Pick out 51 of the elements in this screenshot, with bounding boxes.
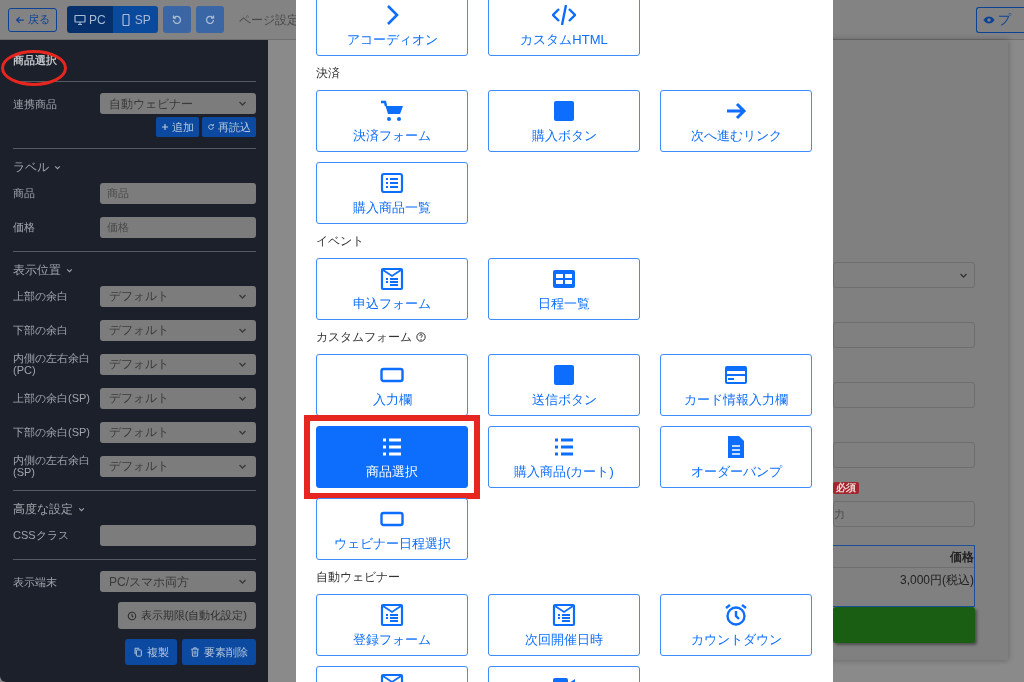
- element-tile[interactable]: 次回開催日時: [488, 594, 640, 656]
- device-tab[interactable]: SP: [112, 6, 158, 33]
- product-select[interactable]: 自動ウェビナー: [100, 93, 256, 114]
- field-label: 価格: [13, 221, 36, 233]
- sidebar-button[interactable]: 追加: [156, 117, 199, 137]
- element-tile[interactable]: 登録フォーム: [316, 594, 468, 656]
- action-button[interactable]: 複製: [125, 639, 177, 665]
- device-tab[interactable]: PC: [67, 6, 113, 33]
- element-tile[interactable]: 購入商品(カート): [488, 426, 640, 488]
- element-tile[interactable]: カスタムHTML: [488, 0, 640, 56]
- element-tile[interactable]: アコーディオン: [316, 0, 468, 56]
- element-tile[interactable]: カウントダウン: [660, 594, 812, 656]
- element-tile[interactable]: 購入商品一覧: [316, 162, 468, 224]
- section-heading[interactable]: ラベル: [13, 158, 49, 176]
- section-heading: 決済: [316, 65, 340, 82]
- element-tile[interactable]: 入力欄: [316, 354, 468, 416]
- field-label: 表示端末: [13, 575, 58, 588]
- back-button[interactable]: 戻る: [8, 7, 57, 32]
- panel-title: 商品選択: [13, 53, 57, 69]
- field-label: 下部の余白: [13, 324, 69, 336]
- section-heading[interactable]: 高度な設定: [13, 500, 73, 518]
- action-button[interactable]: 要素削除: [182, 639, 256, 665]
- field-label: 上部の余白: [13, 290, 69, 302]
- table-cell-text: 3,000円(税込): [899, 572, 974, 589]
- preview-button[interactable]: プ: [976, 6, 1024, 33]
- element-tile[interactable]: ウェビナー日程選択: [316, 498, 468, 560]
- field-label: 内側の左右余白(PC): [13, 352, 91, 376]
- select-field[interactable]: PC/スマホ両方: [100, 571, 256, 592]
- sidebar-button[interactable]: 再読込: [202, 117, 256, 137]
- element-tile[interactable]: オーダーバンプ: [660, 426, 812, 488]
- element-tile[interactable]: 送信ボタン: [488, 354, 640, 416]
- element-tile[interactable]: 商品選択: [316, 426, 468, 488]
- element-tile[interactable]: カード情報入力欄: [660, 354, 812, 416]
- field-label: 下部の余白(SP): [13, 426, 91, 438]
- table-header: 価格: [950, 548, 974, 566]
- field-label: 内側の左右余白(SP): [13, 454, 91, 478]
- element-tile[interactable]: 購入ボタン: [488, 90, 640, 152]
- required-badge: 必須: [833, 482, 859, 494]
- field-label: 連携商品: [13, 97, 58, 110]
- field-label: 商品: [13, 187, 36, 199]
- element-tile[interactable]: 次へ進むリンク: [660, 90, 812, 152]
- section-heading: カスタムフォーム: [316, 329, 412, 346]
- section-heading: 自動ウェビナー: [316, 569, 400, 586]
- section-heading: イベント: [316, 233, 364, 250]
- element-tile[interactable]: 申込フォーム: [316, 258, 468, 320]
- field-label: CSSクラス: [13, 529, 70, 541]
- element-tile[interactable]: 日程一覧: [488, 258, 640, 320]
- field-label: 上部の余白(SP): [13, 392, 91, 404]
- section-heading[interactable]: 表示位置: [13, 261, 61, 279]
- element-tile[interactable]: 決済フォーム: [316, 90, 468, 152]
- schedule-button[interactable]: 表示期限(自動化設定): [117, 602, 256, 629]
